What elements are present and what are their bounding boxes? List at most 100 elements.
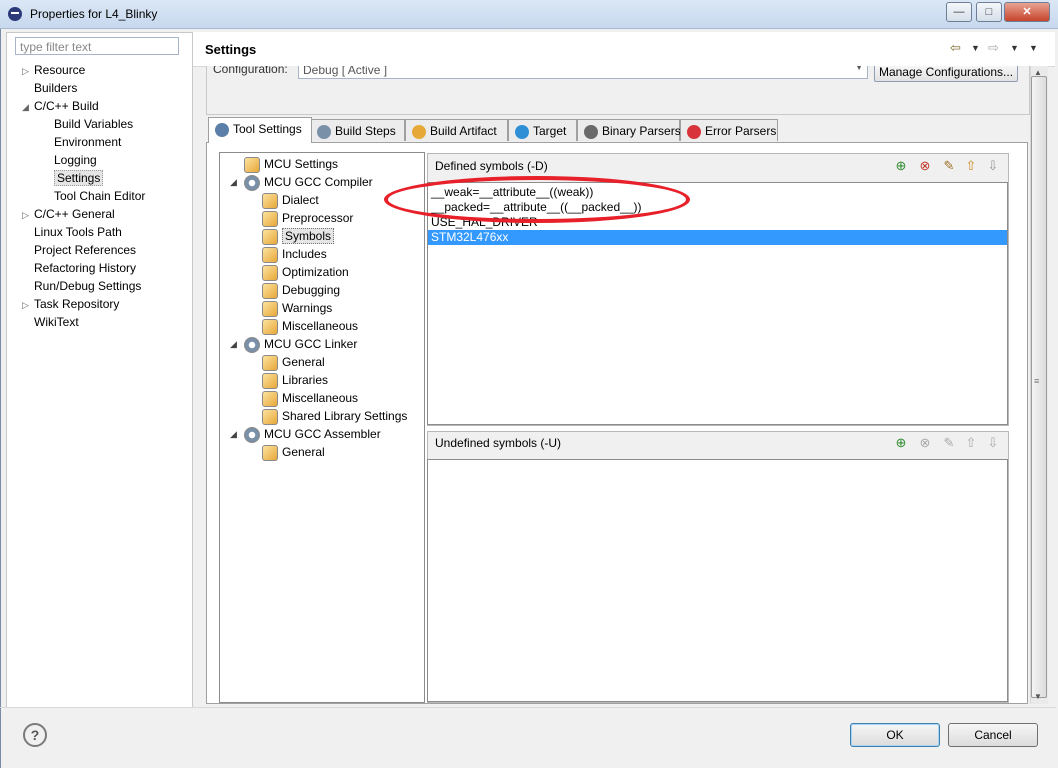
- view-menu-icon[interactable]: ▼: [1029, 43, 1038, 53]
- title-bar: [0, 0, 1058, 29]
- cancel-button[interactable]: Cancel: [948, 723, 1038, 747]
- tab-tool-settings[interactable]: Tool Settings: [208, 117, 312, 143]
- tree-item-miscellaneous[interactable]: Miscellaneous: [262, 317, 358, 335]
- tab-build-steps[interactable]: Build Steps: [310, 119, 405, 141]
- tree-item-miscellaneous[interactable]: Miscellaneous: [262, 389, 358, 407]
- nav-item-label: WikiText: [34, 315, 79, 329]
- nav-item-environment[interactable]: Environment: [22, 134, 187, 152]
- tree-item-shared-library-settings[interactable]: Shared Library Settings: [262, 407, 407, 425]
- ok-button[interactable]: OK: [850, 723, 940, 747]
- help-icon[interactable]: ?: [23, 723, 47, 747]
- configuration-value: Debug [ Active ]: [303, 66, 388, 77]
- manage-configurations-button[interactable]: Manage Configurations...: [874, 66, 1018, 82]
- tree-item-dialect[interactable]: Dialect: [262, 191, 319, 209]
- tree-item-label: Debugging: [282, 283, 341, 297]
- nav-item-builders[interactable]: Builders: [22, 80, 187, 98]
- tree-item-mcu-gcc-linker[interactable]: ◢ MCU GCC Linker: [230, 335, 357, 353]
- nav-item-linux-tools-path[interactable]: Linux Tools Path: [22, 224, 187, 242]
- nav-item-wikitext[interactable]: WikiText: [22, 314, 187, 332]
- symbol-row[interactable]: STM32L476xx: [428, 230, 1007, 245]
- tree-item-label: Shared Library Settings: [282, 409, 408, 423]
- close-button[interactable]: ✕: [1004, 2, 1050, 22]
- nav-item-task-repository[interactable]: ▷ Task Repository: [22, 296, 187, 314]
- tree-item-label: General: [282, 355, 325, 369]
- folder-icon: [262, 264, 278, 281]
- tab-target[interactable]: Target: [508, 119, 577, 141]
- nav-item-run-debug-settings[interactable]: Run/Debug Settings: [22, 278, 187, 296]
- nav-item-label: C/C++ General: [34, 207, 115, 221]
- collapse-icon[interactable]: ◢: [230, 425, 237, 443]
- edit-icon[interactable]: ✎: [941, 158, 957, 174]
- tree-item-general[interactable]: General: [262, 443, 325, 461]
- expand-icon[interactable]: ▷: [22, 207, 34, 224]
- chevron-down-icon: ▼: [855, 66, 863, 72]
- tree-item-mcu-gcc-assembler[interactable]: ◢ MCU GCC Assembler: [230, 425, 381, 443]
- nav-item-project-references[interactable]: Project References: [22, 242, 187, 260]
- folder-icon: [262, 318, 278, 335]
- folder-icon: [262, 282, 278, 299]
- tree-item-optimization[interactable]: Optimization: [262, 263, 349, 281]
- move-down-icon[interactable]: ⇩: [985, 158, 1001, 174]
- delete-icon[interactable]: ⊗: [917, 435, 933, 451]
- nav-item-c-c-build[interactable]: ◢ C/C++ Build: [22, 98, 187, 116]
- tab-label: Binary Parsers: [602, 124, 681, 138]
- tree-item-mcu-settings[interactable]: MCU Settings: [244, 155, 338, 173]
- collapse-icon[interactable]: ◢: [230, 335, 237, 353]
- move-up-icon[interactable]: ⇧: [963, 158, 979, 174]
- folder-icon: [262, 210, 278, 227]
- tab-build-artifact[interactable]: Build Artifact: [405, 119, 508, 141]
- tree-item-libraries[interactable]: Libraries: [262, 371, 328, 389]
- tree-item-symbols[interactable]: Symbols: [262, 227, 335, 245]
- maximize-button[interactable]: □: [976, 2, 1002, 22]
- nav-item-label: Logging: [54, 153, 97, 167]
- collapse-icon[interactable]: ◢: [22, 99, 34, 116]
- back-arrow-icon[interactable]: ⇦: [950, 40, 961, 56]
- tree-item-label: MCU GCC Compiler: [264, 175, 373, 189]
- configuration-select[interactable]: Debug [ Active ] ▼: [298, 66, 868, 79]
- scrollbar-thumb[interactable]: [1031, 76, 1047, 698]
- nav-item-logging[interactable]: Logging: [22, 152, 187, 170]
- forward-dropdown-icon[interactable]: ▼: [1010, 43, 1019, 53]
- tree-item-preprocessor[interactable]: Preprocessor: [262, 209, 353, 227]
- tab-label: Tool Settings: [233, 122, 302, 136]
- configuration-label: Configuration:: [213, 66, 288, 76]
- nav-item-build-variables[interactable]: Build Variables: [22, 116, 187, 134]
- tree-item-warnings[interactable]: Warnings: [262, 299, 332, 317]
- tree-item-includes[interactable]: Includes: [262, 245, 327, 263]
- nav-item-label: Run/Debug Settings: [34, 279, 142, 293]
- tree-item-debugging[interactable]: Debugging: [262, 281, 340, 299]
- edit-icon[interactable]: ✎: [941, 435, 957, 451]
- tab-binary-parsers[interactable]: Binary Parsers: [577, 119, 681, 141]
- add-icon[interactable]: ⊕: [893, 435, 909, 451]
- minimize-button[interactable]: —: [946, 2, 972, 22]
- nav-item-tool-chain-editor[interactable]: Tool Chain Editor: [22, 188, 187, 206]
- back-dropdown-icon[interactable]: ▼: [971, 43, 980, 53]
- folder-icon: [262, 444, 278, 461]
- tab-label: Target: [533, 124, 567, 138]
- nav-item-refactoring-history[interactable]: Refactoring History: [22, 260, 187, 278]
- collapse-icon[interactable]: ◢: [230, 173, 237, 191]
- undefined-symbols-list[interactable]: [427, 459, 1008, 702]
- tree-item-label: Warnings: [282, 301, 333, 315]
- build-artifact-icon: [412, 124, 426, 139]
- expand-icon[interactable]: ▷: [22, 297, 34, 314]
- move-down-icon[interactable]: ⇩: [985, 435, 1001, 451]
- nav-item-c-c-general[interactable]: ▷ C/C++ General: [22, 206, 187, 224]
- add-icon[interactable]: ⊕: [893, 158, 909, 174]
- expand-icon[interactable]: ▷: [22, 63, 34, 80]
- defined-symbols-toolbar: ⊕ ⊗ ✎ ⇧ ⇩: [893, 158, 1005, 176]
- forward-arrow-icon[interactable]: ⇨: [988, 40, 999, 56]
- nav-item-settings[interactable]: Settings: [22, 170, 187, 188]
- move-up-icon[interactable]: ⇧: [963, 435, 979, 451]
- tree-item-general[interactable]: General: [262, 353, 325, 371]
- tab-error-parsers[interactable]: Error Parsers: [680, 119, 778, 141]
- tree-item-mcu-gcc-compiler[interactable]: ◢ MCU GCC Compiler: [230, 173, 373, 191]
- tree-item-label: Includes: [282, 247, 327, 261]
- tab-bar: Tool Settings Build Steps Build Artifact Ta…: [206, 117, 1026, 143]
- tree-item-label: MCU GCC Assembler: [264, 427, 381, 441]
- nav-item-resource[interactable]: ▷ Resource: [22, 62, 187, 80]
- scroll-down-icon[interactable]: ▼: [1034, 692, 1042, 701]
- delete-icon[interactable]: ⊗: [917, 158, 933, 174]
- filter-input[interactable]: type filter text: [15, 37, 179, 55]
- folder-icon: [262, 192, 278, 209]
